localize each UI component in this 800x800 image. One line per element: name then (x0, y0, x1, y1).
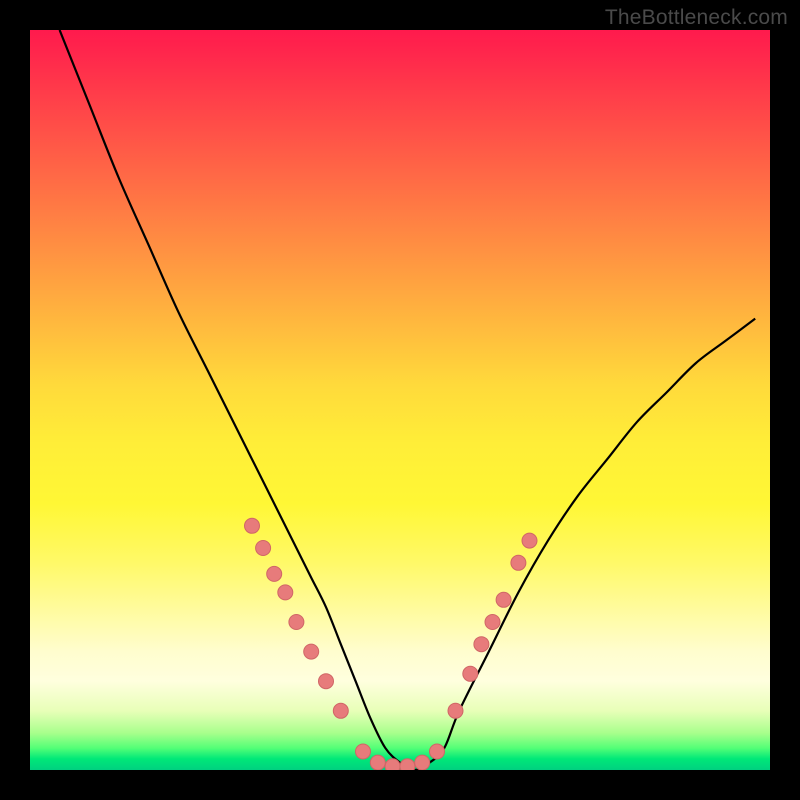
chart-gradient-background (30, 30, 770, 770)
watermark-text: TheBottleneck.com (605, 6, 788, 30)
